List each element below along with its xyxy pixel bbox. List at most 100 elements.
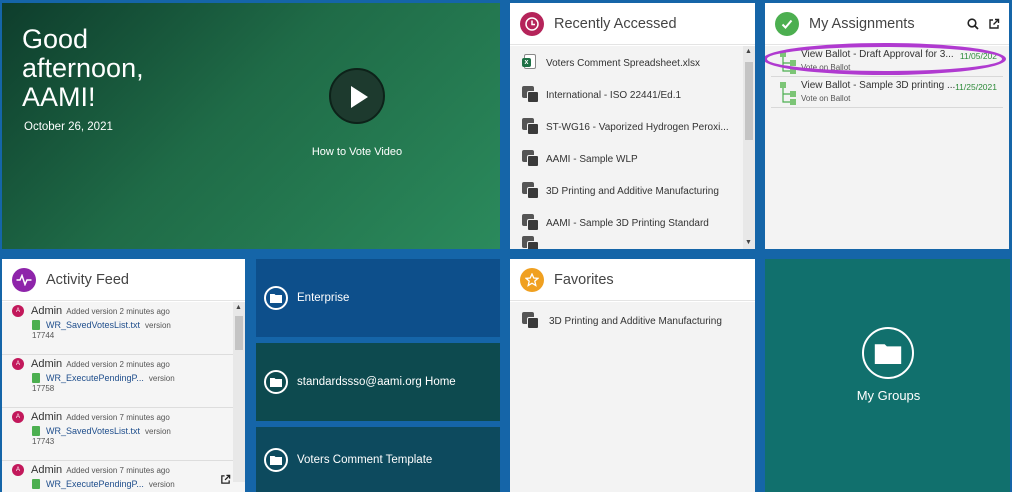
- file-link[interactable]: WR_SavedVotesList.txt: [46, 320, 140, 330]
- user-name[interactable]: Admin: [31, 358, 62, 370]
- favorites-panel: Favorites 3D Printing and Additive Manuf…: [510, 259, 755, 492]
- assignment-type: Vote on Ballot: [801, 94, 851, 103]
- avatar[interactable]: A: [12, 464, 24, 476]
- folder-icon: [862, 327, 914, 379]
- file-link[interactable]: WR_ExecutePendingP...: [46, 479, 144, 489]
- avatar[interactable]: A: [12, 305, 24, 317]
- recent-item[interactable]: x Voters Comment Spreadsheet.xlsx: [510, 47, 755, 79]
- activity-item: A Admin Added version 2 minutes ago WR_Exec…: [2, 355, 233, 408]
- text-file-icon: [32, 320, 40, 330]
- clock-icon: [520, 11, 544, 36]
- activity-list: A Admin Added version 2 minutes ago WR_Save…: [2, 302, 245, 492]
- workspace-icon: [522, 86, 540, 104]
- item-label: ST-WG16 - Vaporized Hydrogen Peroxi...: [546, 121, 729, 133]
- panel-title: My Assignments: [809, 15, 915, 32]
- open-external-icon[interactable]: [220, 472, 231, 490]
- file-link[interactable]: WR_ExecutePendingP...: [46, 373, 144, 383]
- scroll-thumb[interactable]: [235, 316, 243, 350]
- activity-feed-panel: Activity Feed A Admin Added version 2 minu…: [2, 259, 245, 492]
- play-video-button[interactable]: [329, 68, 385, 124]
- activity-action: Added version 7 minutes ago: [66, 412, 170, 422]
- file-link[interactable]: WR_SavedVotesList.txt: [46, 426, 140, 436]
- avatar[interactable]: A: [12, 358, 24, 370]
- scrollbar[interactable]: ▲ ▼: [743, 46, 755, 249]
- scrollbar[interactable]: ▲: [233, 302, 245, 482]
- assignments-header: My Assignments: [765, 3, 1009, 45]
- workspace-icon: [522, 236, 540, 249]
- panel-title: Recently Accessed: [554, 15, 677, 32]
- activity-item: A Admin Added version 7 minutes ago WR_Save…: [2, 408, 233, 461]
- panel-title: Activity Feed: [46, 271, 129, 288]
- workspace-icon: [522, 214, 540, 232]
- workspace-icon: [522, 150, 540, 168]
- enterprise-tile[interactable]: Enterprise: [256, 259, 500, 337]
- greeting: Good afternoon, AAMI!: [22, 24, 144, 112]
- item-label: AAMI - Sample WLP: [546, 153, 638, 165]
- current-date: October 26, 2021: [24, 121, 113, 133]
- text-file-icon: [32, 373, 40, 383]
- recent-list: x Voters Comment Spreadsheet.xlsx Internat…: [510, 46, 755, 249]
- user-name[interactable]: Admin: [31, 411, 62, 423]
- recent-item[interactable]: 3D Printing and Additive Manufacturing: [510, 175, 755, 207]
- tile-label: My Groups: [856, 388, 921, 403]
- favorites-header: Favorites: [510, 259, 755, 301]
- version-number: 17744: [32, 331, 55, 340]
- home-tile[interactable]: standardssso@aami.org Home: [256, 343, 500, 421]
- workspace-icon: [522, 118, 540, 136]
- folder-icon: [264, 447, 288, 472]
- recent-item[interactable]: AAMI - Sample 3D Printing Standard: [510, 207, 755, 239]
- scroll-up-icon[interactable]: ▲: [235, 304, 242, 312]
- assignment-item[interactable]: View Ballot - Sample 3D printing ... Vote…: [771, 77, 1003, 108]
- text-file-icon: [32, 479, 40, 489]
- version-number: 17743: [32, 437, 55, 446]
- recently-accessed-panel: Recently Accessed x Voters Comment Spread…: [510, 3, 755, 249]
- activity-item: A Admin Added version 7 minutes ago WR_Exec…: [2, 461, 233, 492]
- scroll-thumb[interactable]: [745, 62, 753, 140]
- due-date: 11/25/2021: [955, 82, 997, 92]
- activity-item: A Admin Added version 2 minutes ago WR_Save…: [2, 302, 233, 355]
- highlight-ellipse: [765, 43, 1006, 75]
- workflow-icon: [780, 82, 796, 105]
- recent-item[interactable]: AAMI - Sample WLP: [510, 143, 755, 175]
- voters-template-tile[interactable]: Voters Comment Template: [256, 427, 500, 492]
- version-label: version: [145, 320, 171, 330]
- user-name[interactable]: Admin: [31, 305, 62, 317]
- avatar[interactable]: A: [12, 411, 24, 423]
- recently-accessed-header: Recently Accessed: [510, 3, 755, 45]
- workspace-icon: [522, 182, 540, 200]
- welcome-video-tile[interactable]: Good afternoon, AAMI! October 26, 2021 H…: [2, 3, 500, 249]
- excel-icon: x: [522, 54, 540, 72]
- tile-label: standardssso@aami.org Home: [297, 376, 456, 388]
- activity-header: Activity Feed: [2, 259, 245, 301]
- scroll-down-icon[interactable]: ▼: [745, 239, 752, 247]
- folder-icon: [264, 286, 288, 310]
- star-icon: [520, 267, 544, 292]
- recent-item-partial[interactable]: [510, 236, 755, 249]
- play-icon: [351, 86, 368, 108]
- pulse-icon: [12, 267, 36, 292]
- activity-action: Added version 2 minutes ago: [66, 306, 170, 316]
- video-label: How to Vote Video: [311, 146, 403, 158]
- item-label: Voters Comment Spreadsheet.xlsx: [546, 57, 700, 69]
- scroll-up-icon[interactable]: ▲: [745, 48, 752, 56]
- item-label: AAMI - Sample 3D Printing Standard: [546, 217, 709, 229]
- workspace-icon: [522, 312, 540, 330]
- my-assignments-panel: My Assignments View Ballot - Draft Appro…: [765, 3, 1009, 249]
- version-label: version: [148, 479, 175, 489]
- search-icon[interactable]: [967, 17, 979, 35]
- tile-label: Enterprise: [297, 292, 350, 304]
- panel-title: Favorites: [554, 271, 614, 288]
- activity-action: Added version 2 minutes ago: [66, 359, 170, 369]
- open-external-icon[interactable]: [988, 17, 1000, 35]
- item-label: 3D Printing and Additive Manufacturing: [549, 315, 722, 327]
- version-label: version: [148, 373, 175, 383]
- tile-label: Voters Comment Template: [297, 453, 433, 466]
- my-groups-tile[interactable]: My Groups: [765, 259, 1010, 492]
- activity-action: Added version 7 minutes ago: [66, 465, 170, 475]
- recent-item[interactable]: International - ISO 22441/Ed.1: [510, 79, 755, 111]
- version-number: 17758: [32, 384, 55, 393]
- favorite-item[interactable]: 3D Printing and Additive Manufacturing: [510, 302, 755, 340]
- user-name[interactable]: Admin: [31, 464, 62, 476]
- version-label: version: [145, 426, 171, 436]
- recent-item[interactable]: ST-WG16 - Vaporized Hydrogen Peroxi...: [510, 111, 755, 143]
